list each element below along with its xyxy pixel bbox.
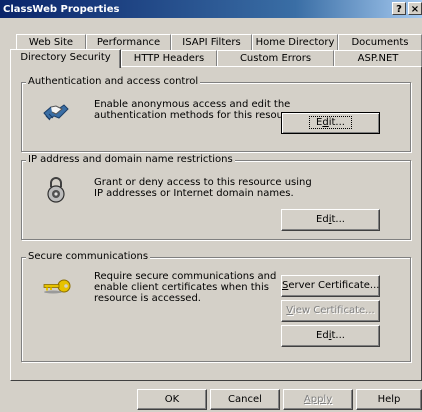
- help-button[interactable]: Help: [356, 389, 422, 410]
- cancel-button[interactable]: Cancel: [210, 389, 280, 410]
- tab-documents[interactable]: Documents: [338, 34, 422, 50]
- authentication-edit-label: Edit...: [309, 116, 352, 129]
- view-certificate-mnemonic: V: [286, 305, 293, 316]
- authentication-group-title: Authentication and access control: [26, 76, 201, 87]
- secure-description-line-3: resource is accessed.: [94, 293, 201, 304]
- ip-edit-text-post: t...: [331, 214, 345, 225]
- tab-http-headers[interactable]: HTTP Headers: [121, 50, 217, 66]
- window-title: ClassWeb Properties: [3, 3, 120, 15]
- view-certificate-button[interactable]: View Certificate...: [281, 300, 380, 322]
- authentication-description: Enable anonymous access and edit the aut…: [94, 99, 302, 121]
- authentication-description-line-1: Enable anonymous access and edit the: [94, 99, 291, 110]
- title-bar-buttons: ? ×: [390, 2, 422, 15]
- tab-isapi-filters[interactable]: ISAPI Filters: [171, 34, 252, 50]
- secure-edit-text-pre: Ed: [316, 330, 329, 341]
- tab-web-site[interactable]: Web Site: [16, 34, 86, 50]
- tab-home-directory[interactable]: Home Directory: [252, 34, 338, 50]
- authentication-edit-text-post: it...: [328, 117, 345, 128]
- secure-communications-edit-button[interactable]: Edit...: [281, 325, 380, 347]
- ip-restrictions-edit-button[interactable]: Edit...: [281, 209, 380, 231]
- handshake-icon: [42, 99, 70, 128]
- ip-restrictions-description: Grant or deny access to this resource us…: [94, 177, 312, 199]
- secure-description-line-1: Require secure communications and: [94, 271, 277, 282]
- tab-performance[interactable]: Performance: [86, 34, 171, 50]
- secure-edit-text-post: t...: [331, 330, 345, 341]
- tab-asp-net[interactable]: ASP.NET: [334, 50, 422, 66]
- apply-button-label: Apply: [303, 394, 333, 405]
- ip-restrictions-description-line-1: Grant or deny access to this resource us…: [94, 177, 312, 188]
- secure-communications-group: Secure communications Require secure com…: [21, 251, 411, 362]
- secure-description-line-2: enable client certificates when this: [94, 282, 269, 293]
- key-icon: [42, 276, 72, 299]
- secure-communications-group-title: Secure communications: [26, 251, 151, 262]
- padlock-icon: [45, 175, 67, 206]
- help-title-button[interactable]: ?: [392, 2, 406, 15]
- authentication-group: Authentication and access control Enable…: [21, 76, 411, 152]
- authentication-edit-button[interactable]: Edit...: [281, 112, 380, 134]
- authentication-description-line-2: authentication methods for this resource…: [94, 110, 302, 121]
- view-certificate-text: iew Certificate...: [292, 305, 375, 316]
- ip-restrictions-description-line-2: IP addresses or Internet domain names.: [94, 188, 294, 199]
- ip-edit-text-pre: Ed: [316, 214, 329, 225]
- secure-communications-description: Require secure communications and enable…: [94, 271, 276, 304]
- directory-security-panel: Authentication and access control Enable…: [10, 66, 422, 381]
- tab-custom-errors[interactable]: Custom Errors: [217, 50, 334, 66]
- ip-restrictions-group: IP address and domain name restrictions …: [21, 154, 411, 240]
- server-certificate-text: erver Certificate...: [288, 280, 380, 291]
- ok-button[interactable]: OK: [137, 389, 207, 410]
- ip-restrictions-group-title: IP address and domain name restrictions: [26, 154, 235, 165]
- tab-directory-security[interactable]: Directory Security: [10, 49, 121, 68]
- apply-button[interactable]: Apply: [283, 389, 353, 410]
- server-certificate-button[interactable]: Server Certificate...: [281, 275, 380, 297]
- close-title-button[interactable]: ×: [408, 2, 422, 15]
- title-bar: ClassWeb Properties ? ×: [0, 0, 422, 18]
